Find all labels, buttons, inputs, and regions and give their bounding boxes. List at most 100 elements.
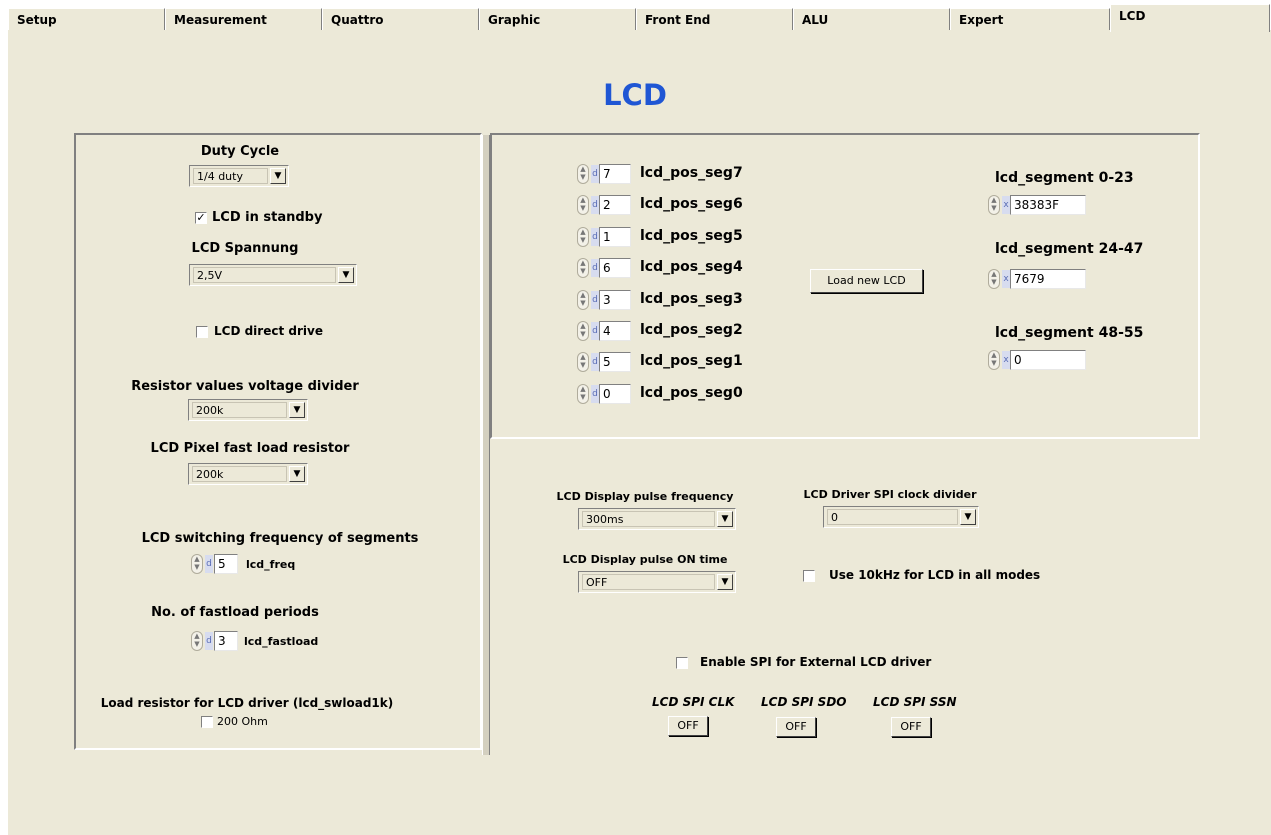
tab-alu[interactable]: ALU bbox=[793, 8, 950, 30]
segment-spinner[interactable]: ▲ ▼ bbox=[577, 195, 589, 216]
radix-indicator: d bbox=[591, 165, 599, 183]
tab-bar: Setup Measurement Quattro Graphic Front … bbox=[0, 0, 1271, 32]
spannung-value: 2,5V bbox=[193, 267, 336, 283]
segment-position-input[interactable]: 6 bbox=[599, 258, 631, 279]
segment-name-label: lcd_pos_seg6 bbox=[640, 196, 743, 213]
segment-register-label: lcd_segment 24-47 bbox=[995, 241, 1144, 257]
segment-position-input[interactable]: 3 bbox=[599, 289, 631, 310]
tab-setup[interactable]: Setup bbox=[8, 8, 165, 30]
use-10khz-label: Use 10kHz for LCD in all modes bbox=[829, 568, 1041, 582]
segment-spinner[interactable]: ▲ ▼ bbox=[577, 258, 589, 279]
spi-clk-label: LCD SPI CLK bbox=[652, 695, 735, 709]
direct-drive-label: LCD direct drive bbox=[214, 324, 323, 338]
load-new-lcd-button[interactable]: Load new LCD bbox=[810, 269, 923, 293]
spi-divider-label: LCD Driver SPI clock divider bbox=[803, 488, 977, 501]
enable-spi-label: Enable SPI for External LCD driver bbox=[700, 655, 932, 669]
chevron-down-icon[interactable]: ▼ bbox=[717, 511, 733, 527]
segment-position-input[interactable]: 7 bbox=[599, 164, 631, 184]
segment-name-label: lcd_pos_seg2 bbox=[640, 322, 743, 338]
chevron-down-icon[interactable]: ▼ bbox=[960, 509, 976, 525]
ohm-label: 200 Ohm bbox=[217, 715, 268, 728]
freq-input[interactable]: 5 bbox=[214, 554, 238, 574]
segment-name-label: lcd_pos_seg1 bbox=[640, 353, 743, 370]
segment-position-input[interactable]: 4 bbox=[599, 321, 631, 341]
radix-indicator: d bbox=[591, 227, 599, 246]
segment-name-label: lcd_pos_seg3 bbox=[640, 290, 743, 307]
segment-spinner[interactable]: ▲ ▼ bbox=[577, 352, 589, 373]
load-resistor-label: Load resistor for LCD driver (lcd_swload… bbox=[100, 696, 394, 710]
tab-measurement[interactable]: Measurement bbox=[165, 8, 322, 30]
segment-name-label: lcd_pos_seg0 bbox=[640, 384, 743, 401]
fastload-input[interactable]: 3 bbox=[214, 631, 238, 651]
segment-register-spinner[interactable]: ▲ ▼ bbox=[988, 269, 1000, 289]
tab-graphic[interactable]: Graphic bbox=[479, 8, 636, 30]
segment-spinner[interactable]: ▲ ▼ bbox=[577, 321, 589, 341]
enable-spi-checkbox[interactable] bbox=[676, 657, 688, 669]
segment-position-input[interactable]: 1 bbox=[599, 226, 631, 247]
radix-indicator: d bbox=[591, 322, 599, 340]
radix-indicator: d bbox=[591, 384, 599, 403]
standby-checkbox[interactable]: ✓ bbox=[195, 212, 207, 224]
resistor-select[interactable]: 200k ▼ bbox=[188, 399, 308, 421]
duty-cycle-label: Duty Cycle bbox=[200, 144, 280, 159]
fastload-name-label: lcd_fastload bbox=[244, 635, 319, 648]
chevron-down-icon[interactable]: ▼ bbox=[289, 402, 305, 418]
duty-cycle-value: 1/4 duty bbox=[193, 168, 268, 184]
fastload-spinner[interactable]: ▲ ▼ bbox=[191, 631, 203, 651]
segment-register-label: lcd_segment 48-55 bbox=[995, 325, 1144, 341]
segment-position-input[interactable]: 0 bbox=[599, 383, 631, 404]
tab-lcd[interactable]: LCD bbox=[1110, 4, 1270, 32]
radix-indicator: d bbox=[205, 632, 213, 650]
switching-frequency-label: LCD switching frequency of segments bbox=[141, 531, 419, 546]
segment-name-label: lcd_pos_seg5 bbox=[640, 227, 743, 244]
segment-register-input[interactable]: 38383F bbox=[1010, 195, 1086, 215]
tab-quattro[interactable]: Quattro bbox=[322, 8, 479, 30]
radix-indicator: d bbox=[591, 259, 599, 278]
chevron-down-icon[interactable]: ▼ bbox=[717, 574, 733, 590]
spannung-select[interactable]: 2,5V ▼ bbox=[189, 264, 357, 286]
segment-register-input[interactable]: 0 bbox=[1010, 350, 1086, 370]
freq-name-label: lcd_freq bbox=[246, 558, 296, 571]
segment-register-spinner[interactable]: ▲ ▼ bbox=[988, 195, 1000, 215]
spi-clk-button[interactable]: OFF bbox=[668, 716, 708, 736]
segment-spinner[interactable]: ▲ ▼ bbox=[577, 164, 589, 184]
tab-expert[interactable]: Expert bbox=[950, 8, 1110, 30]
ohm-checkbox[interactable] bbox=[201, 716, 213, 728]
spi-sdo-button[interactable]: OFF bbox=[776, 717, 816, 737]
spi-ssn-label: LCD SPI SSN bbox=[873, 695, 957, 709]
pulse-frequency-value: 300ms bbox=[582, 511, 715, 527]
segment-register-spinner[interactable]: ▲ ▼ bbox=[988, 350, 1000, 370]
radix-indicator: d bbox=[591, 196, 599, 215]
chevron-down-icon[interactable]: ▼ bbox=[270, 168, 286, 184]
pulse-frequency-select[interactable]: 300ms ▼ bbox=[578, 508, 736, 530]
pulse-on-select[interactable]: OFF ▼ bbox=[578, 571, 736, 593]
direct-drive-checkbox[interactable] bbox=[196, 326, 208, 338]
segment-spinner[interactable]: ▲ ▼ bbox=[577, 383, 589, 404]
radix-indicator: d bbox=[591, 353, 599, 372]
pulse-frequency-label: LCD Display pulse frequency bbox=[556, 490, 734, 503]
segment-position-input[interactable]: 5 bbox=[599, 352, 631, 373]
splitter-handle[interactable] bbox=[482, 135, 490, 755]
segment-spinner[interactable]: ▲ ▼ bbox=[577, 226, 589, 247]
spi-divider-select[interactable]: 0 ▼ bbox=[823, 506, 979, 528]
segment-spinner[interactable]: ▲ ▼ bbox=[577, 289, 589, 310]
use-10khz-checkbox[interactable] bbox=[803, 570, 815, 582]
spi-ssn-button[interactable]: OFF bbox=[891, 717, 931, 737]
radix-indicator: x bbox=[1002, 270, 1010, 288]
segment-position-input[interactable]: 2 bbox=[599, 195, 631, 216]
resistor-value: 200k bbox=[192, 402, 287, 418]
segment-register-input[interactable]: 7679 bbox=[1010, 269, 1086, 289]
spannung-label: LCD Spannung bbox=[191, 241, 299, 256]
pulse-on-value: OFF bbox=[582, 574, 715, 590]
fastload-periods-label: No. of fastload periods bbox=[151, 605, 319, 620]
radix-indicator: d bbox=[205, 555, 213, 573]
freq-spinner[interactable]: ▲ ▼ bbox=[191, 554, 203, 574]
segment-name-label: lcd_pos_seg7 bbox=[640, 165, 743, 181]
duty-cycle-select[interactable]: 1/4 duty ▼ bbox=[189, 165, 289, 187]
chevron-down-icon[interactable]: ▼ bbox=[338, 267, 354, 283]
chevron-down-icon[interactable]: ▼ bbox=[289, 466, 305, 482]
tab-front-end[interactable]: Front End bbox=[636, 8, 793, 30]
fastload-resistor-select[interactable]: 200k ▼ bbox=[188, 463, 308, 485]
page-title: LCD bbox=[603, 78, 667, 112]
standby-label: LCD in standby bbox=[212, 210, 323, 225]
